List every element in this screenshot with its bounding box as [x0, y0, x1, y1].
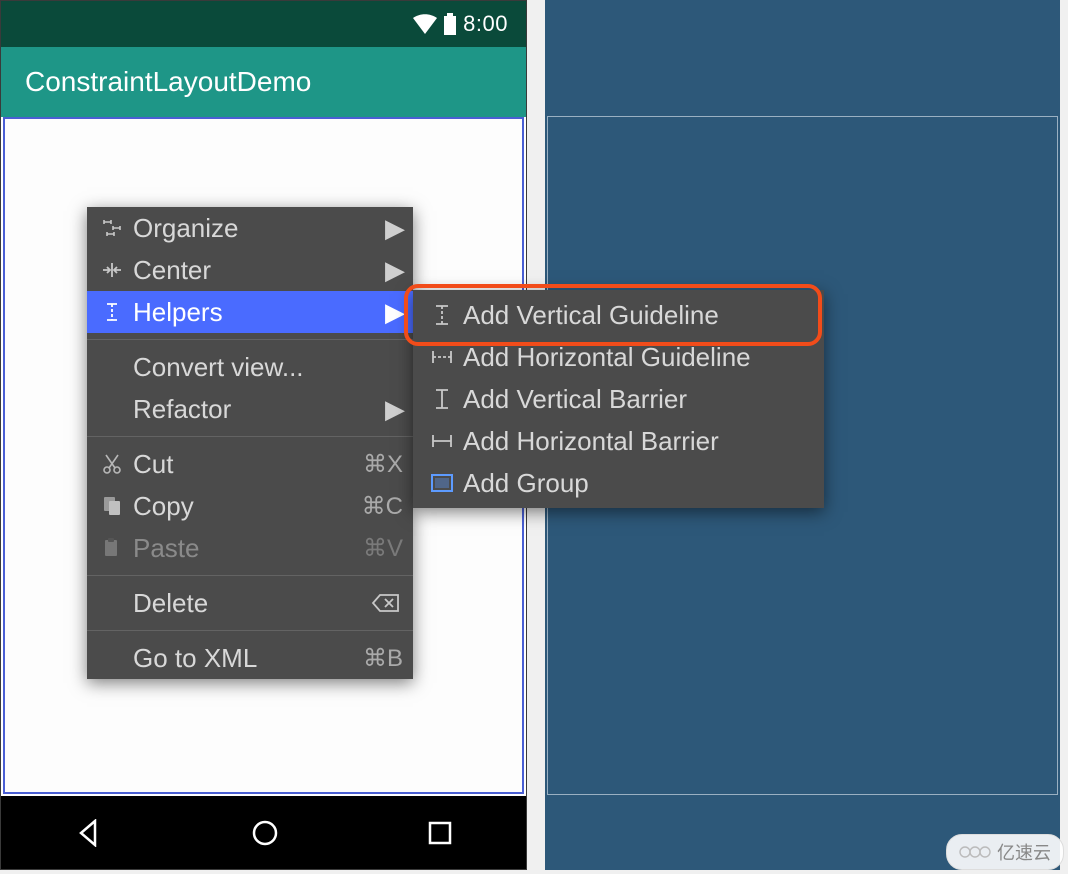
menu-convert-view[interactable]: Convert view...: [87, 346, 413, 388]
horizontal-guideline-icon: [427, 346, 457, 368]
cut-icon: [97, 453, 127, 475]
clock-text: 8:00: [463, 11, 508, 37]
watermark-text: 亿速云: [997, 839, 1051, 865]
helpers-submenu: Add Vertical Guideline Add Horizontal Gu…: [413, 290, 824, 508]
center-icon: [97, 260, 127, 280]
submenu-add-horizontal-guideline[interactable]: Add Horizontal Guideline: [413, 336, 824, 378]
battery-icon: [443, 13, 457, 35]
paste-icon: [97, 537, 127, 559]
wifi-icon: [413, 14, 437, 34]
organize-icon: [97, 218, 127, 238]
menu-paste: Paste ⌘V: [87, 527, 413, 569]
submenu-add-horizontal-barrier[interactable]: Add Horizontal Barrier: [413, 420, 824, 462]
android-nav-bar: [1, 796, 526, 869]
app-bar: ConstraintLayoutDemo: [1, 47, 526, 117]
horizontal-barrier-icon: [427, 430, 457, 452]
menu-separator: [87, 575, 413, 576]
back-button[interactable]: [75, 819, 103, 847]
menu-separator: [87, 436, 413, 437]
submenu-add-vertical-barrier[interactable]: Add Vertical Barrier: [413, 378, 824, 420]
submenu-arrow-icon: ▶: [385, 297, 403, 328]
home-button[interactable]: [250, 818, 280, 848]
shortcut-text: ⌘X: [363, 450, 403, 479]
watermark-logo-icon: [959, 843, 991, 861]
shortcut-text: ⌘B: [363, 644, 403, 673]
menu-copy[interactable]: Copy ⌘C: [87, 485, 413, 527]
vertical-guideline-icon: [427, 303, 457, 327]
context-menu: Organize ▶ Center ▶ Helpers ▶ Convert vi…: [87, 207, 413, 679]
submenu-add-vertical-guideline[interactable]: Add Vertical Guideline: [413, 294, 824, 336]
menu-separator: [87, 630, 413, 631]
watermark: 亿速云: [946, 834, 1064, 870]
helpers-icon: [97, 301, 127, 323]
recents-button[interactable]: [427, 820, 453, 846]
menu-delete[interactable]: Delete: [87, 582, 413, 624]
menu-cut[interactable]: Cut ⌘X: [87, 443, 413, 485]
copy-icon: [97, 495, 127, 517]
menu-goto-xml[interactable]: Go to XML ⌘B: [87, 637, 413, 679]
shortcut-text: ⌘C: [362, 492, 403, 521]
menu-organize[interactable]: Organize ▶: [87, 207, 413, 249]
app-title: ConstraintLayoutDemo: [25, 66, 311, 98]
menu-refactor[interactable]: Refactor ▶: [87, 388, 413, 430]
submenu-arrow-icon: ▶: [385, 394, 403, 425]
shortcut-text: ⌘V: [363, 534, 403, 563]
submenu-add-group[interactable]: Add Group: [413, 462, 824, 504]
submenu-arrow-icon: ▶: [385, 255, 403, 286]
menu-helpers[interactable]: Helpers ▶: [87, 291, 413, 333]
status-bar: 8:00: [1, 1, 526, 47]
delete-key-icon: [371, 592, 403, 614]
group-icon: [427, 474, 457, 492]
vertical-barrier-icon: [427, 387, 457, 411]
submenu-arrow-icon: ▶: [385, 213, 403, 244]
menu-center[interactable]: Center ▶: [87, 249, 413, 291]
menu-separator: [87, 339, 413, 340]
